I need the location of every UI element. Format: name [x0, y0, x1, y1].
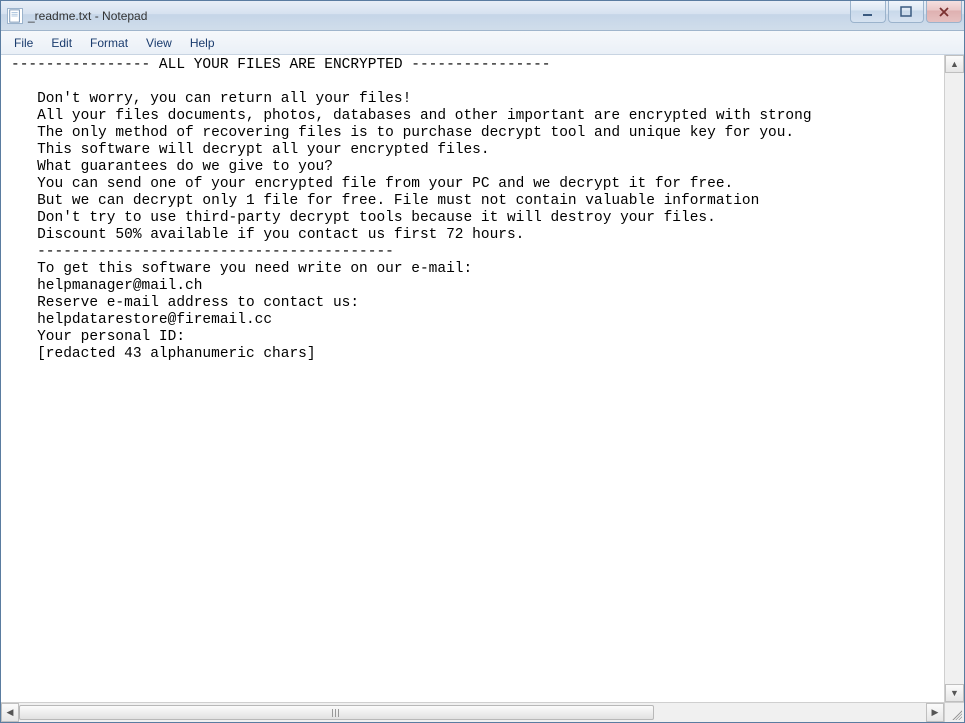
window-title: _readme.txt - Notepad: [28, 9, 960, 23]
scroll-right-button[interactable]: ▶: [926, 703, 944, 722]
menubar: File Edit Format View Help: [1, 31, 964, 55]
scroll-left-button[interactable]: ◀: [1, 703, 19, 722]
hscroll-thumb[interactable]: [19, 705, 654, 720]
menu-view[interactable]: View: [137, 31, 181, 54]
maximize-icon: [899, 5, 913, 19]
hscroll-track[interactable]: [19, 703, 926, 722]
minimize-icon: [861, 5, 875, 19]
horizontal-scrollbar[interactable]: ◀ ▶: [1, 702, 944, 722]
close-icon: [937, 5, 951, 19]
maximize-button[interactable]: [888, 1, 924, 23]
vertical-scrollbar[interactable]: ▲ ▼: [944, 55, 964, 702]
window-controls: [850, 1, 962, 23]
minimize-button[interactable]: [850, 1, 886, 23]
scroll-down-button[interactable]: ▼: [945, 684, 964, 702]
menu-edit[interactable]: Edit: [42, 31, 81, 54]
menu-file[interactable]: File: [5, 31, 42, 54]
scroll-up-button[interactable]: ▲: [945, 55, 964, 73]
resize-grip-icon[interactable]: [950, 708, 962, 720]
editor-area: ---------------- ALL YOUR FILES ARE ENCR…: [1, 55, 964, 722]
text-content[interactable]: ---------------- ALL YOUR FILES ARE ENCR…: [1, 55, 944, 702]
notepad-window: _readme.txt - Notepad File Edit Format V…: [0, 0, 965, 723]
titlebar[interactable]: _readme.txt - Notepad: [1, 1, 964, 31]
close-button[interactable]: [926, 1, 962, 23]
menu-format[interactable]: Format: [81, 31, 137, 54]
scroll-corner: [944, 702, 964, 722]
menu-help[interactable]: Help: [181, 31, 224, 54]
notepad-icon: [7, 8, 23, 24]
